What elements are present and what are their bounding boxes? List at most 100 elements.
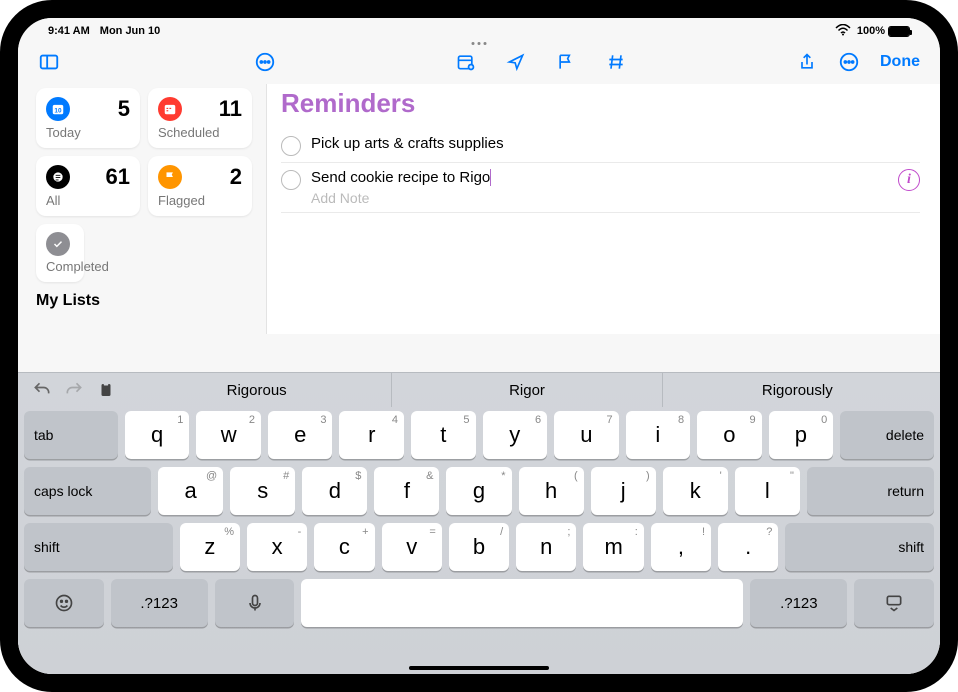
key-c[interactable]: +c [314, 523, 374, 571]
key-s[interactable]: #s [230, 467, 295, 515]
flag-icon[interactable] [555, 51, 577, 73]
key-h[interactable]: (h [519, 467, 584, 515]
key-b[interactable]: /b [449, 523, 509, 571]
info-icon[interactable]: i [898, 169, 920, 191]
key-l[interactable]: "l [735, 467, 800, 515]
smart-card-today[interactable]: 10 5 Today [36, 88, 140, 148]
reminder-title[interactable]: Pick up arts & crafts supplies [311, 135, 920, 152]
ipad-frame: 9:41 AM Mon Jun 10 100% [0, 0, 958, 692]
all-icon [46, 165, 70, 189]
completion-circle[interactable] [281, 170, 301, 190]
smart-card-flagged[interactable]: 2 Flagged [148, 156, 252, 216]
smart-label: Scheduled [158, 125, 242, 140]
key-dismiss-icon[interactable] [854, 579, 934, 627]
smart-label: Today [46, 125, 130, 140]
key-emoji-icon[interactable] [24, 579, 104, 627]
status-bar: 9:41 AM Mon Jun 10 100% [18, 18, 940, 40]
share-icon[interactable] [796, 51, 818, 73]
my-lists-header: My Lists [36, 292, 252, 310]
content-split: 10 5 Today 11 Scheduled 61 All 2 Flagged… [18, 84, 940, 334]
add-note-placeholder[interactable]: Add Note [311, 190, 888, 206]
key-u[interactable]: 7u [554, 411, 619, 459]
calendar-add-icon[interactable] [455, 51, 477, 73]
home-indicator[interactable] [409, 666, 549, 670]
key-mic-icon[interactable] [215, 579, 295, 627]
reminder-row[interactable]: Pick up arts & crafts supplies [281, 129, 920, 163]
key-e[interactable]: 3e [268, 411, 333, 459]
key-y[interactable]: 6y [483, 411, 548, 459]
key-.?123[interactable]: .?123 [111, 579, 208, 627]
key-q[interactable]: 1q [125, 411, 190, 459]
reminder-title[interactable]: Send cookie recipe to Rigo [311, 169, 888, 186]
key-k[interactable]: 'k [663, 467, 728, 515]
completion-circle[interactable] [281, 136, 301, 156]
key-o[interactable]: 9o [697, 411, 762, 459]
key-.[interactable]: ?. [718, 523, 778, 571]
done-button[interactable]: Done [880, 53, 920, 71]
key-return[interactable]: return [807, 467, 934, 515]
key-j[interactable]: )j [591, 467, 656, 515]
sidebar-more-icon[interactable] [254, 51, 276, 73]
screen: 9:41 AM Mon Jun 10 100% [18, 18, 940, 674]
smart-card-all[interactable]: 61 All [36, 156, 140, 216]
key-.?123[interactable]: .?123 [750, 579, 847, 627]
smart-label: All [46, 193, 130, 208]
smart-label: Flagged [158, 193, 242, 208]
list-title: Reminders [281, 88, 920, 119]
key-z[interactable]: %z [180, 523, 240, 571]
toolbar: Done [18, 40, 940, 84]
smart-count: 11 [219, 96, 242, 122]
key-f[interactable]: &f [374, 467, 439, 515]
key-i[interactable]: 8i [626, 411, 691, 459]
smart-card-scheduled[interactable]: 11 Scheduled [148, 88, 252, 148]
suggestion[interactable]: Rigor [391, 373, 661, 407]
location-icon[interactable] [505, 51, 527, 73]
keyboard: RigorousRigorRigorously tab1q2w3e4r5t6y7… [18, 372, 940, 674]
key-r[interactable]: 4r [339, 411, 404, 459]
key-shift[interactable]: shift [24, 523, 173, 571]
key-shift[interactable]: shift [785, 523, 934, 571]
suggestion[interactable]: Rigorous [122, 373, 391, 407]
clipboard-icon[interactable] [90, 373, 122, 407]
main-pane: Reminders Pick up arts & crafts supplies… [266, 84, 940, 334]
key-n[interactable]: ;n [516, 523, 576, 571]
key-d[interactable]: $d [302, 467, 367, 515]
smart-count: 2 [230, 164, 242, 190]
key-m[interactable]: :m [583, 523, 643, 571]
status-date: Mon Jun 10 [100, 25, 161, 37]
smart-count: 61 [106, 164, 130, 190]
suggestion[interactable]: Rigorously [662, 373, 932, 407]
redo-icon[interactable] [58, 373, 90, 407]
sidebar-toggle-icon[interactable] [38, 51, 60, 73]
reminder-row[interactable]: Send cookie recipe to Rigo Add Note i [281, 163, 920, 213]
key-v[interactable]: =v [382, 523, 442, 571]
status-time: 9:41 AM [48, 25, 90, 37]
key-tab[interactable]: tab [24, 411, 118, 459]
key-p[interactable]: 0p [769, 411, 834, 459]
wifi-icon [835, 24, 851, 39]
battery-icon [888, 26, 910, 37]
multitask-dots-icon[interactable] [472, 42, 487, 45]
key-,[interactable]: !, [651, 523, 711, 571]
battery-pct: 100% [857, 25, 885, 37]
undo-icon[interactable] [26, 373, 58, 407]
key-a[interactable]: @a [158, 467, 223, 515]
smart-card-completed[interactable]: Completed [36, 224, 84, 282]
hash-icon[interactable] [605, 51, 627, 73]
key-capslock[interactable]: caps lock [24, 467, 151, 515]
today-icon: 10 [46, 97, 70, 121]
key-space[interactable] [301, 579, 743, 627]
key-g[interactable]: *g [446, 467, 511, 515]
smart-count: 5 [118, 96, 130, 122]
key-x[interactable]: -x [247, 523, 307, 571]
key-w[interactable]: 2w [196, 411, 261, 459]
sidebar: 10 5 Today 11 Scheduled 61 All 2 Flagged… [18, 84, 266, 334]
key-delete[interactable]: delete [840, 411, 934, 459]
svg-text:10: 10 [54, 108, 62, 115]
scheduled-icon [158, 97, 182, 121]
smart-label: Completed [46, 259, 74, 274]
key-t[interactable]: 5t [411, 411, 476, 459]
flagged-icon [158, 165, 182, 189]
more-icon[interactable] [838, 51, 860, 73]
completed-icon [46, 232, 70, 256]
